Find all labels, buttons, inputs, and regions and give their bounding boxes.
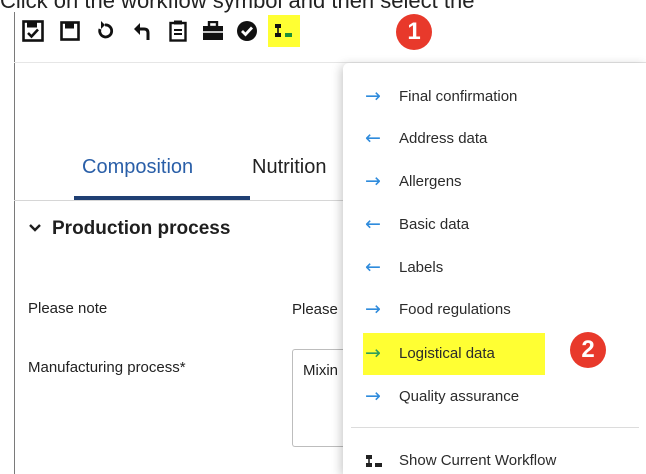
arrow-right-icon: → bbox=[365, 342, 381, 364]
please-note-label: Please note bbox=[28, 300, 108, 317]
menu-divider bbox=[351, 427, 639, 428]
menu-item-food-regulations[interactable]: → Food regulations bbox=[343, 290, 646, 330]
arrow-left-icon: ← bbox=[365, 213, 381, 235]
chevron-down-icon bbox=[28, 220, 42, 238]
menu-item-label: Food regulations bbox=[399, 301, 511, 318]
menu-item-label: Labels bbox=[399, 259, 444, 276]
menu-item-labels[interactable]: ← Labels bbox=[343, 248, 646, 288]
menu-item-show-current-workflow[interactable]: Show Current Workflow bbox=[343, 441, 646, 474]
workflow-icon[interactable] bbox=[268, 15, 300, 47]
menu-item-label: Final confirmation bbox=[399, 88, 518, 105]
section-production-process[interactable]: Production process bbox=[28, 218, 230, 240]
briefcase-icon[interactable] bbox=[200, 18, 226, 44]
back-icon[interactable] bbox=[129, 18, 155, 44]
menu-item-allergens[interactable]: → Allergens bbox=[343, 162, 646, 202]
tabs-divider bbox=[14, 200, 344, 201]
section-title: Production process bbox=[52, 218, 231, 239]
manufacturing-process-label: Manufacturing process* bbox=[28, 359, 186, 376]
arrow-left-icon: ← bbox=[365, 127, 381, 149]
save-icon[interactable] bbox=[57, 18, 83, 44]
menu-item-label: Allergens bbox=[399, 173, 462, 190]
tab-bar: Composition Nutrition bbox=[14, 148, 344, 200]
manufacturing-process-value: Mixin bbox=[303, 362, 339, 379]
menu-item-label: Logistical data bbox=[399, 345, 495, 362]
tab-nutrition[interactable]: Nutrition bbox=[252, 156, 326, 179]
please-note-value: Please bbox=[292, 301, 338, 318]
undo-icon[interactable] bbox=[92, 18, 118, 44]
menu-item-label: Basic data bbox=[399, 216, 470, 233]
tab-composition[interactable]: Composition bbox=[82, 156, 193, 179]
callout-step-1: 1 bbox=[396, 14, 432, 50]
menu-item-address-data[interactable]: ← Address data bbox=[343, 119, 646, 159]
menu-item-quality-assurance[interactable]: → Quality assurance bbox=[343, 377, 646, 417]
arrow-right-icon: → bbox=[365, 170, 381, 192]
document-icon[interactable] bbox=[165, 18, 191, 44]
arrow-left-icon: ← bbox=[365, 256, 381, 278]
save-check-icon[interactable] bbox=[20, 18, 46, 44]
menu-item-basic-data[interactable]: ← Basic data bbox=[343, 205, 646, 245]
check-circle-icon[interactable] bbox=[234, 18, 260, 44]
workflow-menu: → Final confirmation ← Address data → Al… bbox=[343, 63, 646, 474]
arrow-right-icon: → bbox=[365, 385, 381, 407]
menu-item-final-confirmation[interactable]: → Final confirmation bbox=[343, 77, 646, 117]
workflow-icon bbox=[365, 454, 383, 474]
menu-item-label: Address data bbox=[399, 130, 488, 147]
menu-item-label: Quality assurance bbox=[399, 388, 520, 405]
arrow-right-icon: → bbox=[365, 298, 381, 320]
arrow-right-icon: → bbox=[365, 85, 381, 107]
menu-item-label: Show Current Workflow bbox=[399, 452, 557, 469]
callout-step-2: 2 bbox=[570, 332, 606, 368]
